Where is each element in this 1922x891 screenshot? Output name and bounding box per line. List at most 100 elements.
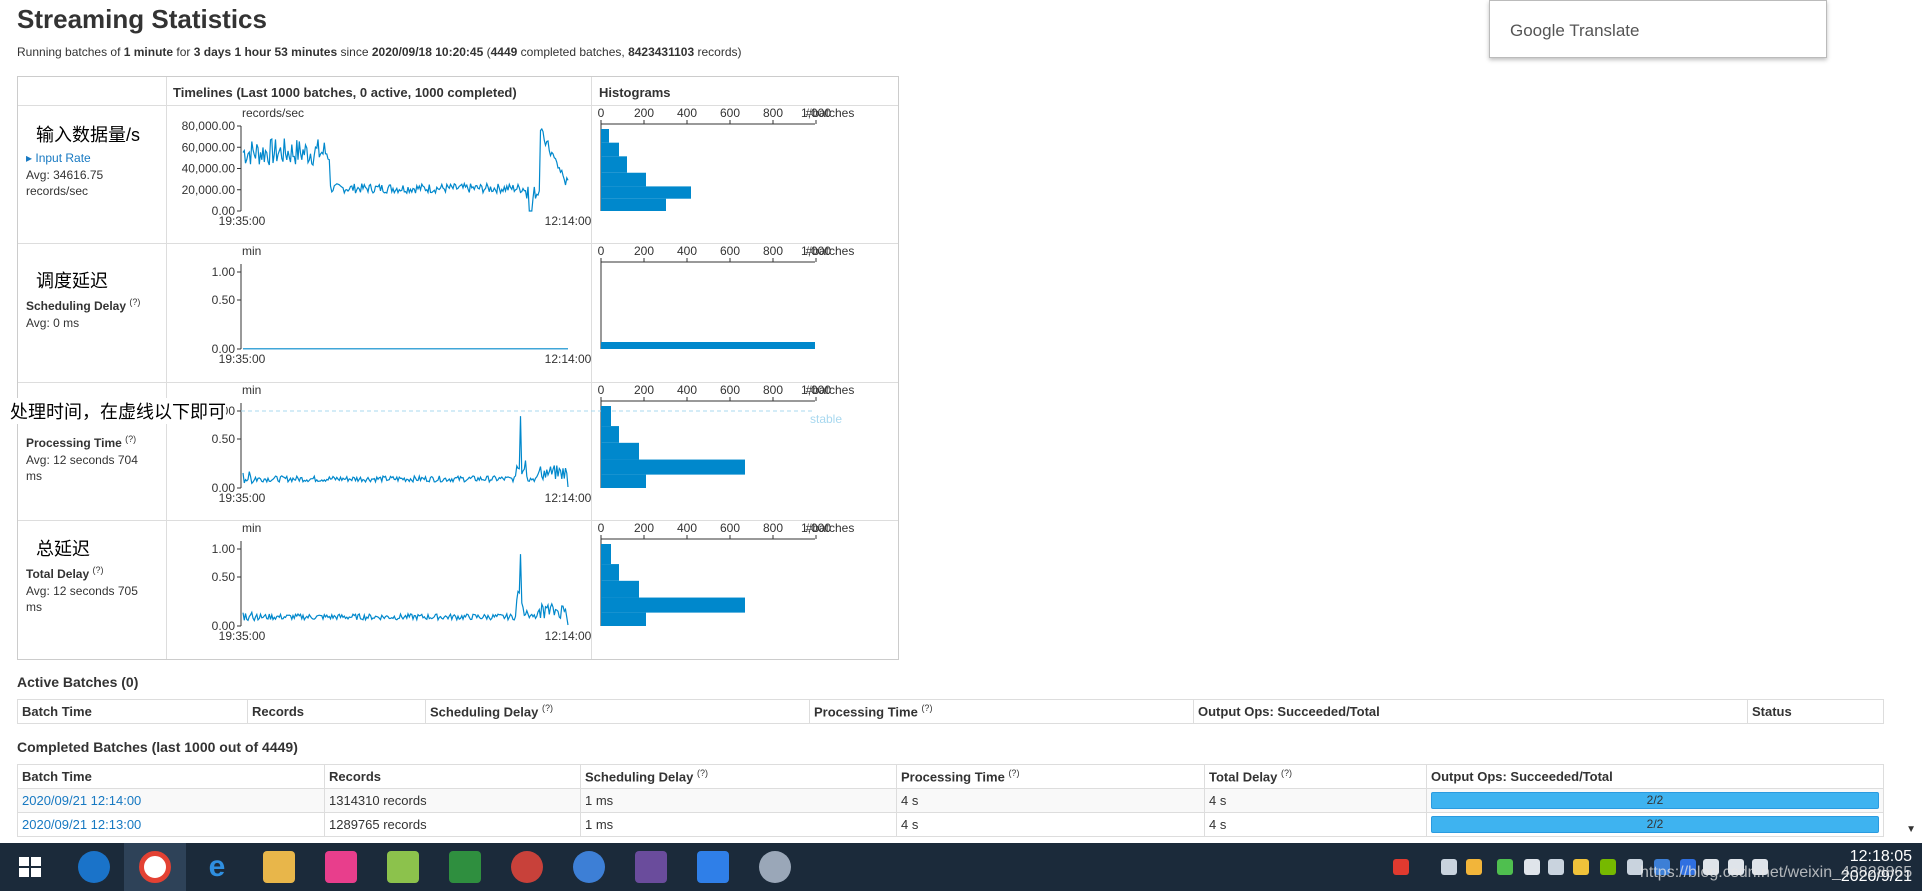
histogram-tick-label: 800	[763, 244, 783, 258]
scroll-down-arrow-icon[interactable]: ▼	[1906, 824, 1916, 835]
taskbar: e 12:18:05 2020/9/21	[0, 843, 1922, 891]
summary-text: completed batches,	[517, 45, 629, 59]
file-explorer-icon[interactable]	[263, 851, 295, 883]
table-row: 2020/09/21 12:13:00 1289765 records 1 ms…	[17, 812, 1884, 837]
sogou-browser-icon[interactable]	[78, 851, 110, 883]
column-output-ops[interactable]: Output Ops: Succeeded/Total	[1193, 699, 1748, 724]
timeline-series-line	[242, 416, 569, 488]
column-status[interactable]: Status	[1747, 699, 1884, 724]
help-icon[interactable]: (?)	[1281, 768, 1292, 778]
processing-time-cell: 4 s	[896, 788, 1205, 813]
summary-text: for	[173, 45, 194, 59]
histogram-bar	[601, 597, 745, 613]
histogram-tick-label: 0	[598, 383, 605, 397]
column-output-ops[interactable]: Output Ops: Succeeded/Total	[1426, 764, 1884, 789]
x-tick-label: 19:35:00	[219, 352, 266, 366]
histogram-tick-label: 400	[677, 383, 697, 397]
x-tick-label: 12:14:00	[545, 629, 592, 643]
processing-time-cell: 4 s	[896, 812, 1205, 837]
xshell-icon[interactable]	[449, 851, 481, 883]
histogram-tick-label: 600	[720, 521, 740, 535]
tray-app-icon[interactable]	[1441, 859, 1457, 875]
image-viewer-icon[interactable]	[387, 851, 419, 883]
column-records[interactable]: Records	[324, 764, 581, 789]
column-processing-time: Processing Time (?)	[896, 764, 1205, 789]
histogram-tick-label: 800	[763, 383, 783, 397]
histogram-bar	[601, 129, 609, 143]
axis-unit-label: min	[242, 244, 261, 258]
winrar-icon[interactable]	[635, 851, 667, 883]
histogram-bar	[601, 172, 646, 187]
timeline-series-line	[242, 554, 569, 626]
output-ops-progress-bar: 2/2	[1431, 816, 1879, 833]
scheduling-delay-cell: 1 ms	[580, 812, 897, 837]
histogram-bar	[601, 564, 619, 581]
tray-app-icon[interactable]	[1524, 859, 1540, 875]
histogram-unit-label: #batches	[806, 244, 855, 258]
snail-app-icon[interactable]	[511, 851, 543, 883]
histogram-bar	[601, 580, 639, 598]
x-tick-label: 12:14:00	[545, 214, 592, 228]
axis-unit-label: min	[242, 521, 261, 535]
histogram-tick-label: 600	[720, 383, 740, 397]
column-records[interactable]: Records	[247, 699, 426, 724]
histogram-unit-label: #batches	[806, 383, 855, 397]
histogram-bar	[601, 198, 666, 211]
histogram-tick-label: 400	[677, 521, 697, 535]
y-tick-label: 80,000.00	[182, 119, 236, 133]
sogou-input-icon[interactable]	[1393, 859, 1409, 875]
y-tick-label: 0.50	[212, 570, 236, 584]
active-batches-title: Active Batches (0)	[17, 674, 139, 690]
windows-start-icon[interactable]	[14, 851, 46, 883]
batch-link[interactable]: 2020/09/21 12:13:00	[22, 817, 141, 832]
start-time: 2020/09/18 10:20:45	[371, 45, 484, 59]
help-icon[interactable]: (?)	[697, 768, 708, 778]
records-cell: 1289765 records	[324, 812, 581, 837]
tray-app-icon[interactable]	[1548, 859, 1564, 875]
streaming-summary: Running batches of 1 minute for 3 days 1…	[17, 45, 741, 59]
statistics-table: Timelines (Last 1000 batches, 0 active, …	[17, 76, 899, 660]
column-scheduling-delay: Scheduling Delay (?)	[580, 764, 897, 789]
histogram-tick-label: 200	[634, 383, 654, 397]
histogram-bar	[601, 426, 619, 443]
network-app-icon[interactable]	[573, 851, 605, 883]
edge-icon[interactable]: e	[201, 851, 233, 883]
chrome-icon[interactable]	[139, 851, 171, 883]
axis-unit-label: records/sec	[242, 106, 304, 120]
histogram-tick-label: 400	[677, 244, 697, 258]
histogram-tick-label: 200	[634, 521, 654, 535]
help-icon[interactable]: (?)	[921, 703, 932, 713]
page-title: Streaming Statistics	[17, 4, 267, 34]
tray-app-icon[interactable]	[1497, 859, 1513, 875]
tray-app-icon[interactable]	[1466, 859, 1482, 875]
annotation-processing-time: 处理时间，在虚线以下即可	[10, 398, 226, 424]
qq-icon[interactable]	[1573, 859, 1589, 875]
histogram-unit-label: #batches	[806, 521, 855, 535]
x-tick-label: 12:14:00	[545, 352, 592, 366]
histogram-bar	[601, 342, 815, 349]
uptime: 3 days 1 hour 53 minutes	[193, 45, 338, 59]
google-translate-label[interactable]: Google Translate	[1510, 21, 1639, 41]
nvidia-icon[interactable]	[1600, 859, 1616, 875]
intellij-idea-icon[interactable]	[325, 851, 357, 883]
y-tick-label: 0.50	[212, 432, 236, 446]
summary-text: (	[483, 45, 491, 59]
y-tick-label: 40,000.00	[182, 162, 236, 176]
google-translate-popup[interactable]: Google Translate	[1489, 0, 1827, 58]
column-batch-time[interactable]: Batch Time	[17, 699, 248, 724]
histogram-tick-label: 800	[763, 521, 783, 535]
help-icon[interactable]: (?)	[542, 703, 553, 713]
wps-writer-icon[interactable]	[697, 851, 729, 883]
axis-unit-label: min	[242, 383, 261, 397]
histogram-bar	[601, 156, 627, 173]
help-icon[interactable]: (?)	[1008, 768, 1019, 778]
histogram-tick-label: 0	[598, 106, 605, 120]
column-batch-time[interactable]: Batch Time	[17, 764, 325, 789]
histogram-tick-label: 600	[720, 106, 740, 120]
histogram-bar	[601, 474, 646, 488]
paint-icon[interactable]	[759, 851, 791, 883]
x-tick-label: 19:35:00	[219, 491, 266, 505]
batch-link[interactable]: 2020/09/21 12:14:00	[22, 793, 141, 808]
x-tick-label: 12:14:00	[545, 491, 592, 505]
scheduling-delay-cell: 1 ms	[580, 788, 897, 813]
